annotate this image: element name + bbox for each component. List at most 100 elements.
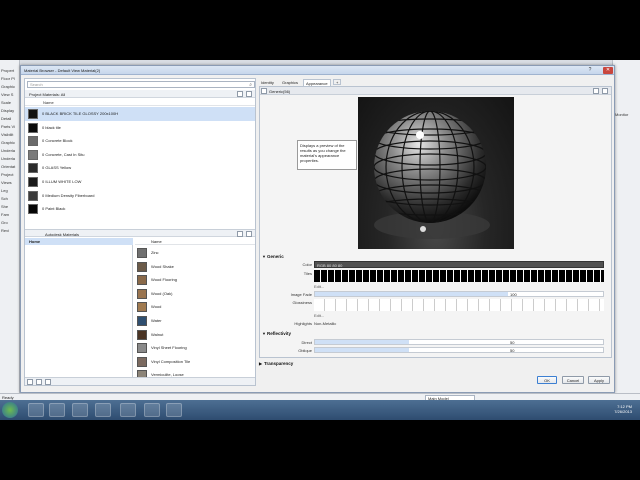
image-edit-link[interactable]: Edit... [314,284,324,289]
material-name: 0 ILLUM WHITE LOW [42,179,82,184]
library-bar[interactable]: Autodesk Materials [25,229,255,237]
library-toggle-icon[interactable] [246,231,252,237]
material-preview[interactable] [358,97,514,249]
view-options-icon[interactable] [237,91,243,97]
app-panel-item: Underla [1,148,16,153]
transparency-section-header[interactable]: ▶ Transparency [259,360,608,367]
glossiness-swatch[interactable] [314,299,604,311]
library-material-list: Name Zinc Wood Shake Wood Flooring Wood (Oa… [135,238,255,378]
library-tree: Home [25,238,133,378]
replace-asset-icon[interactable] [593,88,599,94]
search-input[interactable]: Search ⌕ [27,81,255,88]
revit-icon[interactable] [120,403,136,417]
open-editor-icon[interactable] [45,379,51,385]
project-material-row[interactable]: 0 Paint Black [25,202,255,216]
library-material-row[interactable]: Zinc [135,246,255,260]
tab-appearance[interactable]: Appearance [303,79,331,86]
reflectivity-section-header[interactable]: ▼ Reflectivity [262,330,611,337]
material-swatch [28,163,38,174]
library-material-row[interactable]: Wood [135,300,255,314]
asset-bar: Generic(56) [260,87,611,95]
highlights-select[interactable]: Non-Metallic [314,320,336,327]
ok-button[interactable]: OK [537,376,557,384]
project-material-row[interactable]: 0 BLACK BRICK TILE GLOSSY 200x100H [25,107,255,121]
material-list-pane: Search ⌕ Project Materials: All Name 0 B… [24,78,256,386]
preview-tooltip: Displays a preview of the results as you… [297,140,357,170]
library-home-node[interactable]: Home [25,238,133,245]
color-row: Color RGB 80 80 80 [260,261,611,268]
tab-identity[interactable]: Identity [259,79,276,86]
material-name: 0 Paint Black [42,206,66,212]
left-pane-footer [25,377,255,385]
material-name: 0 Concrete, Cast In Situ [42,151,85,157]
transparency-section-label: Transparency [264,361,294,366]
add-tab-button[interactable]: + [333,79,342,85]
app-panel-item: View S [1,92,14,97]
library-home-label: Home [29,239,41,244]
asset-name: Generic(56) [269,89,291,94]
project-material-list: 0 BLACK BRICK TILE GLOSSY 200x100H 0 blac… [25,107,255,227]
library-material-row[interactable]: Water [135,314,255,328]
tab-graphics[interactable]: Graphics [280,79,300,86]
generic-section-header[interactable]: ▼ Generic [262,253,611,260]
library-options-icon[interactable] [36,379,42,385]
glossiness-row: Glossiness [260,299,611,313]
create-material-icon[interactable] [27,379,33,385]
toggle-panel-icon[interactable] [246,91,252,97]
library-list-header[interactable]: Name [135,238,255,245]
direct-value: 50 [510,340,515,345]
highlights-label: Highlights [294,321,312,326]
explorer-icon[interactable] [49,403,65,417]
oblique-fill [315,348,409,352]
cancel-button[interactable]: Cancel [562,376,584,384]
ie-icon[interactable] [28,403,44,417]
project-material-row[interactable]: 0 GLASS Yellow [25,161,255,175]
help-icon[interactable]: ? [586,67,594,74]
skype-icon[interactable] [95,403,111,417]
color-swatch[interactable]: RGB 80 80 80 [314,261,604,268]
material-swatch [28,204,38,215]
library-material-name: Wood Flooring [151,277,177,283]
library-swatch [137,329,147,340]
image-fade-slider[interactable]: 100 [314,291,604,297]
chrome-icon[interactable] [72,403,88,417]
library-swatch [137,288,147,299]
material-swatch [28,109,38,119]
start-button[interactable] [2,402,18,418]
app-icon[interactable] [144,403,160,417]
library-material-row[interactable]: Vinyl Composition Tile [135,355,255,369]
library-material-row[interactable]: Wood Flooring [135,273,255,287]
tile-image-swatch[interactable] [314,270,604,282]
dialog-title-bar[interactable]: Material Browser - Default View Material… [21,66,614,75]
library-material-row[interactable]: Wood Shake [135,260,255,274]
project-material-row[interactable]: 0 Concrete Block [25,134,255,148]
library-material-name: Water [151,318,162,323]
project-material-row[interactable]: 0 ILLUM WHITE LOW [25,175,255,189]
glossiness-edit-link[interactable]: Edit... [314,313,324,318]
project-material-row[interactable]: 0 Concrete, Cast In Situ [25,148,255,162]
library-material-row[interactable]: Vinyl Sheet Flooring [135,341,255,355]
project-material-row[interactable]: 0 Medium Density Fiberboard [25,189,255,203]
direct-slider[interactable]: 50 [314,339,604,345]
image-fade-fill [315,292,508,296]
image-row: Tiles [260,270,611,284]
color-label: Color [302,262,312,267]
library-view-icon[interactable] [237,231,243,237]
app-panel-item: Gro [1,220,8,225]
tool-icon[interactable] [166,403,182,417]
oblique-slider[interactable]: 50 [314,347,604,353]
library-label: Autodesk Materials [45,232,80,237]
app-panel-item: Leg [1,188,8,193]
app-panel-item: Views [1,180,12,185]
project-list-header[interactable]: Name [25,99,255,106]
close-button[interactable]: ✕ [603,67,613,74]
library-material-name: Wood (Oak) [151,290,173,296]
duplicate-asset-icon[interactable] [602,88,608,94]
project-material-row[interactable]: 0 black tile [25,121,255,135]
library-material-row[interactable]: Wood (Oak) [135,287,255,301]
library-material-row[interactable]: Walnut [135,328,255,342]
app-panel-item: Visibilit [1,132,14,137]
project-materials-bar[interactable]: Project Materials: All [25,90,255,98]
apply-button[interactable]: Apply [588,376,610,384]
library-material-name: Vinyl Composition Tile [151,358,191,364]
